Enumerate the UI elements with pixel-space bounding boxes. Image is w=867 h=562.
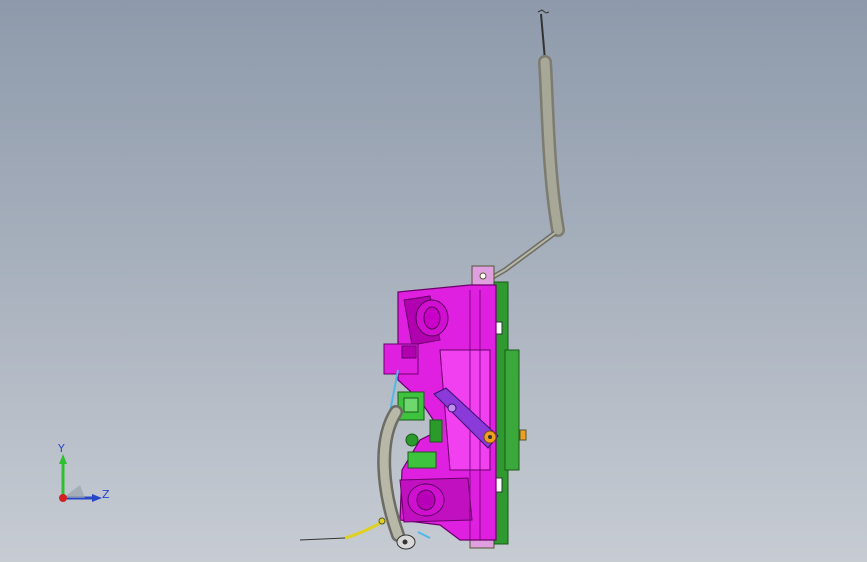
x-axis-origin-icon [59,494,67,502]
y-axis-arrow-icon [59,454,67,464]
y-axis-label: Y [58,442,65,455]
mounting-bracket-top[interactable] [471,265,495,287]
coordinate-triad: Y Z [50,440,120,510]
model-scene[interactable] [0,0,867,562]
circuit-board[interactable] [491,281,527,545]
yellow-wire[interactable] [299,517,387,541]
z-axis-arrow-icon [92,494,102,502]
cad-viewport[interactable]: Y Z [0,0,867,562]
z-axis-label: Z [102,488,110,501]
